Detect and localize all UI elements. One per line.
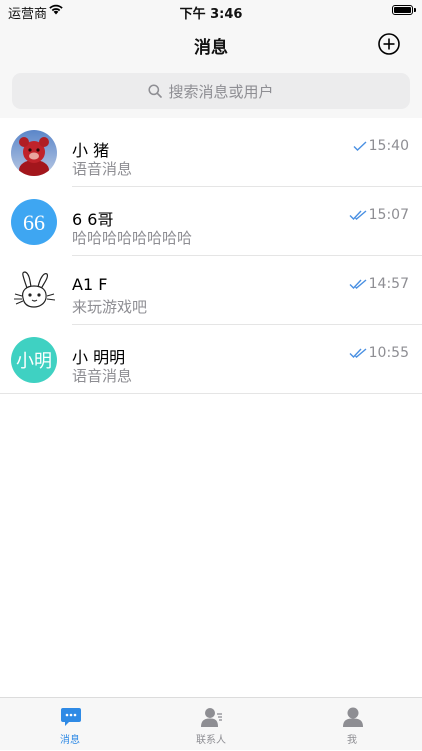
- chat-time: 14:57: [368, 276, 409, 292]
- chat-row[interactable]: 小明 小 明明 语音消息 10:55: [0, 325, 422, 394]
- svg-text:小明: 小明: [16, 351, 52, 372]
- chat-preview: 语音消息: [72, 367, 133, 385]
- page-title: 消息: [194, 38, 228, 58]
- chat-list: 小 猪 语音消息 15:40 66 6 6哥 哈哈哈哈哈哈哈哈 15:07 A1…: [0, 118, 422, 394]
- tab-label: 联系人: [196, 735, 226, 746]
- chat-time: 15:40: [368, 138, 409, 154]
- nav-bar: 消息: [0, 22, 422, 66]
- chat-time: 15:07: [368, 207, 409, 223]
- avatar-rabbit: [11, 268, 57, 314]
- avatar-66: 66: [11, 199, 57, 245]
- contacts-icon: [201, 708, 222, 727]
- double-check-icon: [349, 348, 367, 358]
- svg-text:66: 66: [23, 210, 45, 235]
- search-input[interactable]: 搜索消息或用户: [12, 73, 410, 109]
- battery-icon: [392, 5, 413, 15]
- status-bar: 运营商 下午 3:46: [0, 0, 422, 22]
- double-check-icon: [349, 279, 367, 289]
- search-bar: 搜索消息或用户: [0, 66, 422, 118]
- tab-me[interactable]: 我: [282, 698, 422, 751]
- search-icon: [148, 84, 163, 98]
- check-icon: [353, 141, 367, 151]
- chat-name: A1 F: [72, 275, 108, 294]
- double-check-icon: [349, 210, 367, 220]
- plus-circle-icon[interactable]: [378, 33, 400, 55]
- status-time: 下午 3:46: [179, 7, 243, 22]
- tab-messages[interactable]: 消息: [0, 698, 140, 751]
- tab-label: 消息: [60, 735, 80, 746]
- chat-row[interactable]: A1 F 来玩游戏吧 14:57: [0, 256, 422, 325]
- chat-bubble-icon: [61, 708, 81, 726]
- avatar-xiaoming: 小明: [11, 337, 57, 383]
- chat-row[interactable]: 66 6 6哥 哈哈哈哈哈哈哈哈 15:07: [0, 187, 422, 256]
- chat-preview: 语音消息: [72, 160, 133, 178]
- chat-time: 10:55: [368, 345, 409, 361]
- person-icon: [343, 707, 363, 727]
- chat-preview: 来玩游戏吧: [72, 298, 148, 316]
- search-placeholder: 搜索消息或用户: [168, 82, 274, 101]
- tab-bar: 消息 联系人 我: [0, 697, 422, 750]
- chat-row[interactable]: 小 猪 语音消息 15:40: [0, 118, 422, 187]
- avatar-red-bear: [11, 130, 57, 176]
- tab-contacts[interactable]: 联系人: [141, 698, 281, 751]
- chat-preview: 哈哈哈哈哈哈哈哈: [72, 229, 193, 247]
- battery-cap: [414, 8, 416, 12]
- divider: [0, 393, 422, 394]
- tab-label: 我: [347, 735, 357, 746]
